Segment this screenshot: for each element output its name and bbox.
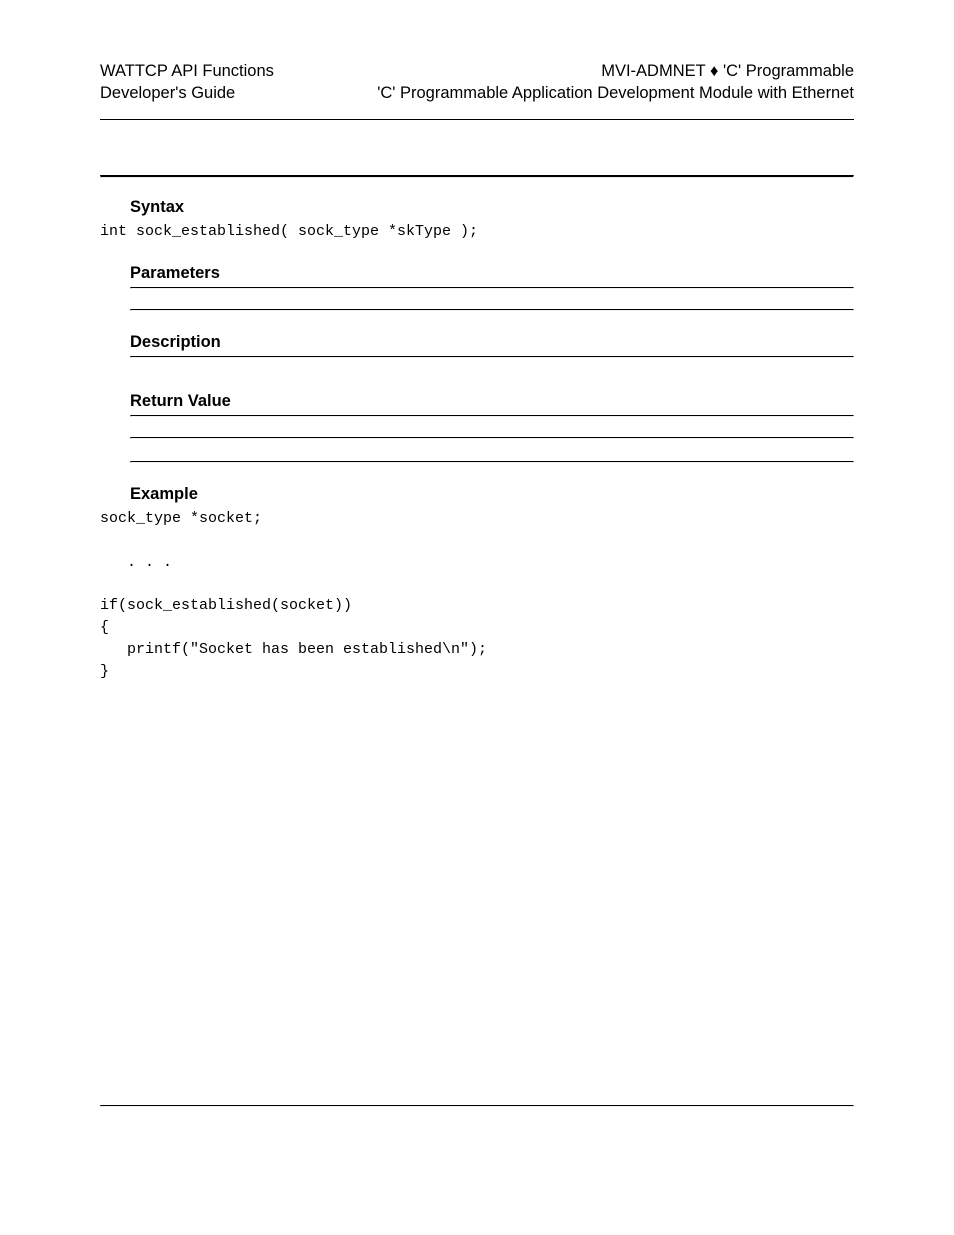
parameters-rule-bottom	[130, 309, 854, 311]
header-left-line2: Developer's Guide	[100, 82, 274, 104]
return-value-rule-bottom	[130, 461, 854, 463]
header-left: WATTCP API Functions Developer's Guide	[100, 60, 274, 105]
header-right: MVI-ADMNET ♦ 'C' Programmable 'C' Progra…	[377, 60, 854, 105]
syntax-code: int sock_established( sock_type *skType …	[100, 221, 854, 243]
return-value-heading: Return Value	[130, 392, 854, 411]
example-code: sock_type *socket; . . . if(sock_establi…	[100, 508, 854, 682]
description-heading: Description	[130, 333, 854, 352]
syntax-heading: Syntax	[130, 198, 854, 217]
page-header: WATTCP API Functions Developer's Guide M…	[100, 60, 854, 120]
top-rule	[100, 175, 854, 178]
header-right-line2: 'C' Programmable Application Development…	[377, 82, 854, 104]
page-container: WATTCP API Functions Developer's Guide M…	[0, 0, 954, 682]
footer-rule	[100, 1105, 854, 1107]
header-right-line1: MVI-ADMNET ♦ 'C' Programmable	[377, 60, 854, 82]
example-heading: Example	[130, 485, 854, 504]
parameters-rule-top	[130, 287, 854, 289]
header-left-line1: WATTCP API Functions	[100, 60, 274, 82]
parameters-heading: Parameters	[130, 264, 854, 283]
return-value-rule-top	[130, 415, 854, 417]
description-rule	[130, 356, 854, 358]
content-area: Syntax int sock_established( sock_type *…	[100, 175, 854, 683]
return-value-rule-mid	[130, 437, 854, 439]
